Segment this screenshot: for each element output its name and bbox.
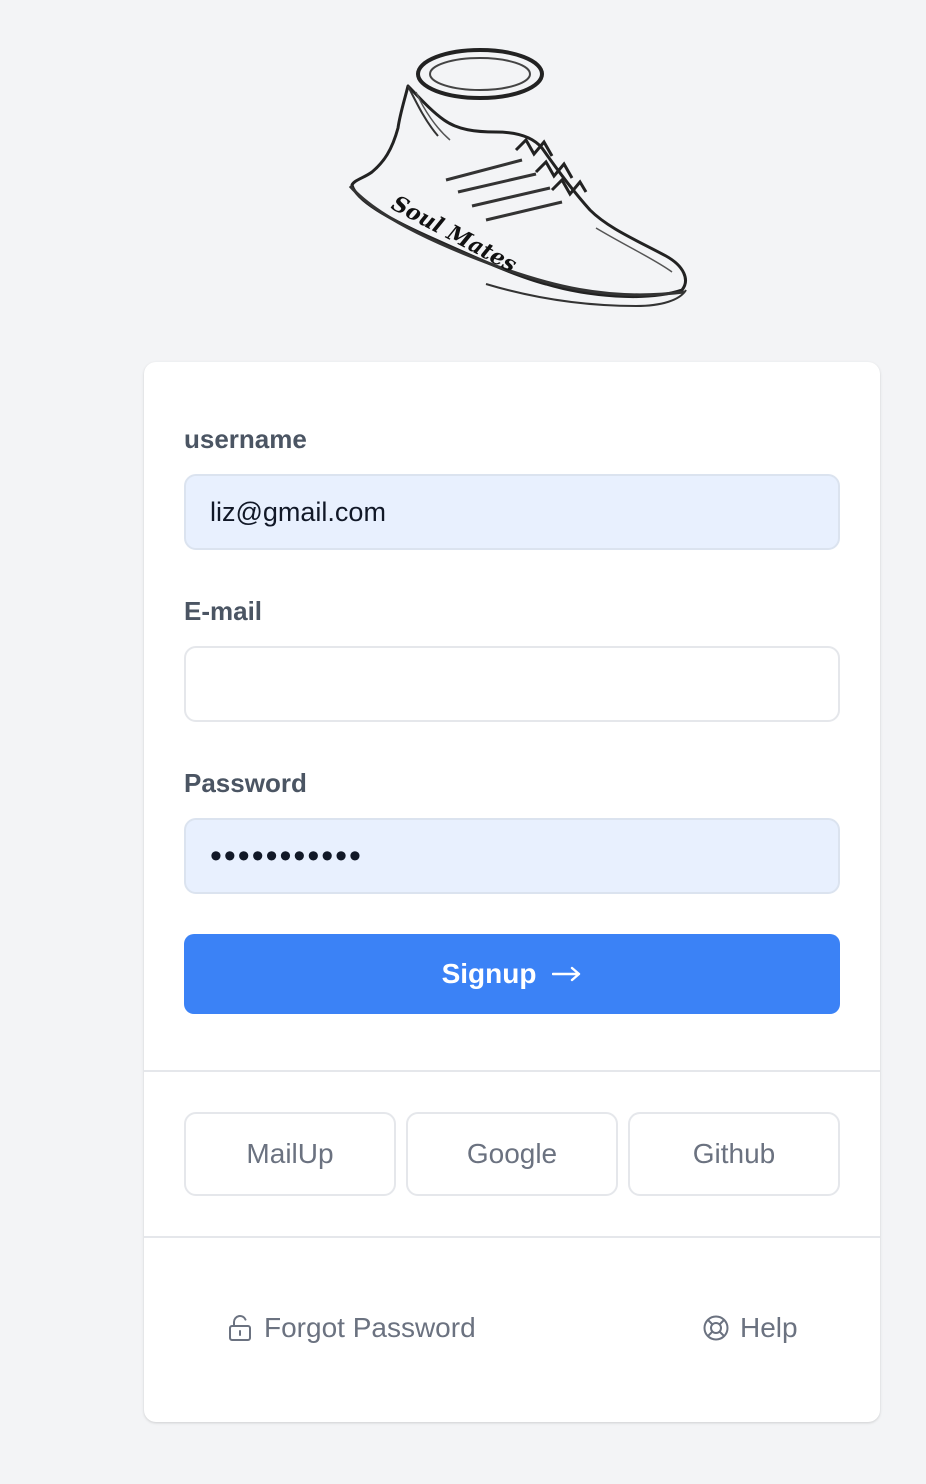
forgot-password-label: Forgot Password xyxy=(264,1312,476,1343)
arrow-right-icon xyxy=(552,966,581,982)
winged-sneaker-halo-logo: Soul Mates xyxy=(348,48,687,308)
google-button[interactable]: Google xyxy=(406,1112,618,1196)
signup-card: username E-mail Password Signup MailUp G… xyxy=(144,362,880,1422)
email-input[interactable] xyxy=(184,646,840,722)
divider-top xyxy=(144,1070,880,1072)
signup-button[interactable]: Signup xyxy=(184,934,840,1014)
soul-mates-logo: Soul Mates xyxy=(346,40,692,310)
mailup-button[interactable]: MailUp xyxy=(184,1112,396,1196)
password-input[interactable] xyxy=(184,818,840,894)
lifebuoy-icon xyxy=(703,1315,729,1341)
help-label: Help xyxy=(740,1312,798,1343)
email-label: E-mail xyxy=(184,596,263,626)
social-login-buttons: MailUp Google Github xyxy=(184,1112,840,1196)
forgot-password-link[interactable]: Forgot Password xyxy=(226,1312,476,1344)
username-label: username xyxy=(184,424,307,454)
signup-button-label: Signup xyxy=(441,958,537,989)
password-label: Password xyxy=(184,768,307,798)
help-link[interactable]: Help xyxy=(702,1312,798,1344)
github-button[interactable]: Github xyxy=(628,1112,840,1196)
unlock-icon xyxy=(229,1315,251,1341)
divider-bottom xyxy=(144,1236,880,1238)
logo-text: Soul Mates xyxy=(387,190,521,278)
username-input[interactable] xyxy=(184,474,840,550)
